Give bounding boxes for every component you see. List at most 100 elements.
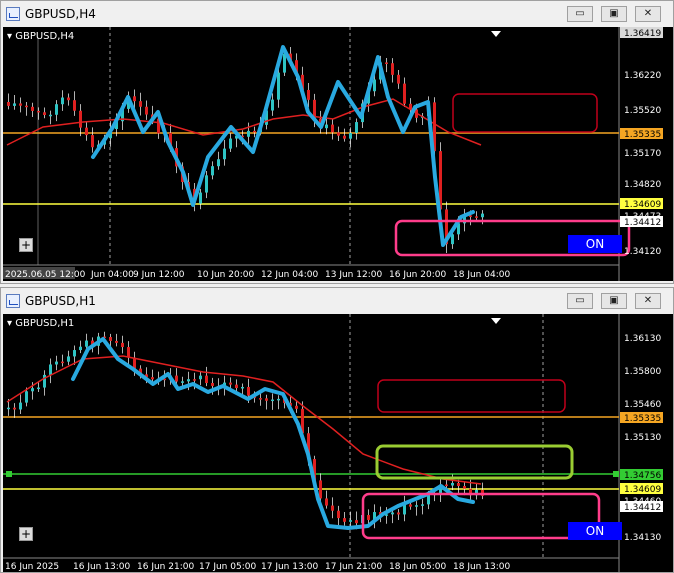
candle-body — [211, 166, 214, 176]
price-tick: 1.34820 — [624, 180, 661, 190]
candle-body — [391, 512, 394, 515]
on-toggle-button[interactable]: ON — [568, 235, 622, 253]
candle-body — [223, 148, 226, 160]
window-title: GBPUSD,H1 — [25, 294, 96, 308]
price-tick: 1.34120 — [624, 247, 661, 257]
trend-drawing[interactable] — [71, 337, 475, 530]
candle-body — [271, 99, 274, 111]
candle-body — [199, 375, 202, 380]
candle-body — [13, 103, 16, 106]
candle-body — [37, 387, 40, 390]
candle-body — [337, 510, 340, 519]
close-button[interactable]: ✕ — [635, 6, 661, 22]
price-tick: 1.35130 — [624, 433, 661, 443]
candle-body — [247, 386, 250, 396]
level-handle[interactable] — [613, 471, 619, 477]
candle-body — [415, 505, 418, 507]
time-axis: 16 Jun 2025 16 Jun 13:00 16 Jun 21:00 17… — [5, 562, 510, 572]
trend-drawing[interactable] — [91, 45, 475, 247]
price-tick: 1.34130 — [624, 533, 661, 543]
green-price-label: 1.34756 — [624, 471, 661, 481]
candle-body — [133, 96, 136, 102]
target-zone-box[interactable] — [375, 444, 574, 480]
time-label: 17 Jun 21:00 — [325, 562, 382, 572]
candle-body — [355, 122, 358, 133]
candle-body — [193, 379, 196, 381]
minimize-button[interactable]: ▭ — [567, 6, 593, 22]
price-tick: 1.36130 — [624, 334, 661, 344]
candle-body — [391, 63, 394, 75]
on-toggle-button[interactable]: ON — [568, 522, 622, 540]
chart-area[interactable]: 1.36130 1.35800 1.35460 1.35130 1.34130 … — [3, 314, 673, 572]
chart-window-icon — [6, 7, 20, 21]
shift-marker-icon[interactable] — [491, 318, 501, 324]
candle-body — [67, 356, 70, 362]
time-label: 18 Jun 04:00 — [453, 270, 510, 280]
candle-body — [277, 72, 280, 100]
time-label: 10 Jun 20:00 — [197, 270, 254, 280]
title-bar[interactable]: GBPUSD,H4 ▭ ▣ ✕ — [1, 1, 673, 27]
last-price-label: 1.34412 — [624, 218, 661, 228]
candle-body — [211, 383, 214, 386]
expand-plus-button[interactable]: + — [19, 527, 33, 541]
window-title: GBPUSD,H4 — [25, 7, 96, 21]
candle-body — [445, 484, 448, 487]
time-label: 16 Jun 21:00 — [137, 562, 194, 572]
yellow-price-label: 1.34609 — [624, 485, 661, 495]
candle-body — [241, 386, 244, 389]
time-label: 16 Jun 20:00 — [389, 270, 446, 280]
candle-body — [307, 89, 310, 100]
candle-body — [43, 374, 46, 388]
candle-body — [397, 74, 400, 84]
candle-body — [349, 132, 352, 139]
time-label: 17 Jun 13:00 — [261, 562, 318, 572]
minimize-button[interactable]: ▭ — [567, 293, 593, 309]
chart-window-icon — [6, 294, 20, 308]
candle-body — [121, 342, 124, 348]
level-handle[interactable] — [6, 471, 12, 477]
candle-body — [79, 346, 82, 351]
candle-body — [229, 382, 232, 385]
candle-body — [55, 104, 58, 115]
candle-body — [409, 504, 412, 507]
candle-body — [49, 114, 52, 117]
candle-body — [451, 482, 454, 486]
candle-body — [331, 505, 334, 511]
chart-symbol-label: ▾ GBPUSD,H4 — [7, 31, 75, 42]
price-tick: 1.35520 — [624, 106, 661, 116]
candle-body — [259, 398, 262, 400]
time-label: 17 Jun 05:00 — [199, 562, 256, 572]
candle-body — [397, 512, 400, 515]
candle-body — [481, 213, 484, 218]
maximize-button[interactable]: ▣ — [601, 293, 627, 309]
candle-body — [7, 407, 10, 410]
candle-body — [25, 391, 28, 403]
close-button[interactable]: ✕ — [635, 293, 661, 309]
candle-body — [355, 520, 358, 524]
candle-body — [43, 112, 46, 116]
resistance-zone-box[interactable] — [452, 93, 598, 133]
shift-marker-icon[interactable] — [491, 31, 501, 37]
time-label: 2025.06.05 12:00 — [5, 270, 86, 280]
title-bar[interactable]: GBPUSD,H1 ▭ ▣ ✕ — [1, 288, 673, 314]
candle-body — [463, 485, 466, 489]
candle-body — [247, 130, 250, 137]
candle-body — [151, 377, 154, 380]
candle-body — [31, 106, 34, 111]
resistance-zone-box[interactable] — [377, 379, 566, 413]
time-label: 13 Jun 12:00 — [325, 270, 382, 280]
price-tick: 1.35460 — [624, 400, 661, 410]
expand-plus-button[interactable]: + — [19, 238, 33, 252]
chart-area[interactable]: 1.36220 1.35520 1.35170 1.34820 1.34120 … — [3, 27, 673, 281]
candle-body — [229, 138, 232, 149]
maximize-button[interactable]: ▣ — [601, 6, 627, 22]
time-label: 12 Jun 04:00 — [261, 270, 318, 280]
candle-body — [337, 132, 340, 136]
chart-window-h4: GBPUSD,H4 ▭ ▣ ✕ 1.36220 1.35520 1.35170 … — [0, 0, 674, 284]
candle-body — [343, 135, 346, 139]
candle-body — [37, 110, 40, 113]
candle-body — [343, 518, 346, 522]
moving-average-line — [6, 355, 482, 485]
candle-body — [349, 520, 352, 522]
candle-body — [85, 127, 88, 136]
